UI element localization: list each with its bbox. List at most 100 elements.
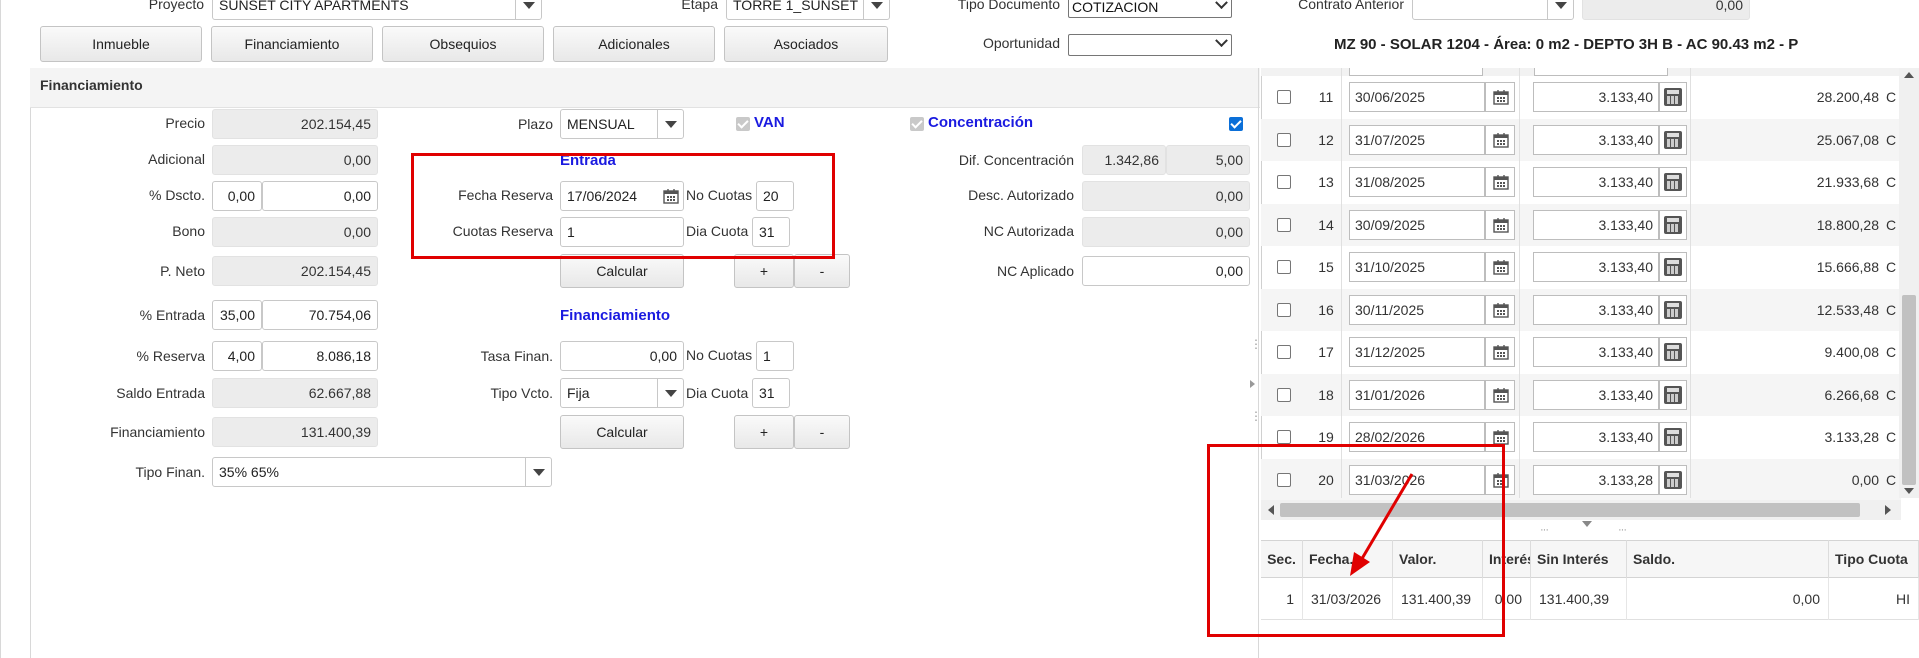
concentracion-checkbox[interactable] <box>910 117 924 131</box>
schedule-row[interactable]: 17 31/12/2025 3.133,40 9.400,08 C <box>1261 331 1901 373</box>
schedule-row[interactable]: 14 30/09/2025 3.133,40 18.800,28 C <box>1261 203 1901 246</box>
calcular-entrada-button[interactable]: Calcular <box>560 254 684 288</box>
tab-asociados[interactable]: Asociados <box>724 26 888 62</box>
oportunidad-select[interactable] <box>1068 34 1232 56</box>
scroll-up-icon[interactable] <box>1904 72 1914 78</box>
scroll-down-icon[interactable] <box>1904 488 1914 494</box>
proyecto-select[interactable]: SUNSET CITY APARTMENTS <box>212 0 542 20</box>
tab-obsequios[interactable]: Obsequios <box>382 26 544 62</box>
schedule-row[interactable]: 13 31/08/2025 3.133,40 21.933,68 C <box>1261 161 1901 203</box>
scroll-right-icon[interactable] <box>1885 505 1891 515</box>
fecha-input[interactable]: 30/09/2025 <box>1349 209 1485 240</box>
etapa-select[interactable]: TORRE 1_SUNSET <box>726 0 890 20</box>
fecha-input[interactable]: 30/06/2025 <box>1349 82 1485 112</box>
valor-input[interactable]: 3.133,40 <box>1533 379 1659 410</box>
calculator-icon[interactable] <box>1659 294 1687 325</box>
fecha-input[interactable]: 31/10/2025 <box>1349 252 1485 282</box>
valor-input[interactable]: 3.133,40 <box>1533 209 1659 240</box>
calendar-icon[interactable] <box>1485 124 1515 155</box>
expand-icon[interactable] <box>1250 380 1255 388</box>
no-cuotas-financiamiento-input[interactable]: 1 <box>756 341 794 371</box>
row-checkbox[interactable] <box>1277 345 1291 359</box>
calculator-icon[interactable] <box>1659 252 1687 282</box>
calculator-icon[interactable] <box>1659 337 1687 367</box>
valor-input[interactable]: 3.133,40 <box>1533 167 1659 197</box>
row-checkbox[interactable] <box>1277 260 1291 274</box>
calendar-icon[interactable] <box>1485 337 1515 367</box>
valor-input[interactable]: 3.133,40 <box>1533 124 1659 155</box>
splitter-grip[interactable]: ··· <box>1540 524 1549 536</box>
tab-inmueble[interactable]: Inmueble <box>40 26 202 62</box>
calcular-financiamiento-button[interactable]: Calcular <box>560 415 684 449</box>
row-checkbox[interactable] <box>1277 430 1291 444</box>
fecha-input[interactable]: 31/08/2025 <box>1349 167 1485 197</box>
plazo-select[interactable]: MENSUAL <box>560 109 684 139</box>
schedule-row[interactable]: 15 31/10/2025 3.133,40 15.666,88 C <box>1261 246 1901 288</box>
reserva-pct-input[interactable]: 4,00 <box>212 341 262 371</box>
row-checkbox[interactable] <box>1277 387 1291 402</box>
collapse-icon[interactable] <box>1582 521 1592 527</box>
calculator-icon[interactable] <box>1659 422 1687 452</box>
vertical-splitter-grip[interactable]: ⋮ <box>1250 338 1262 350</box>
entrada-valor-input[interactable]: 70.754,06 <box>262 300 378 330</box>
van-checkbox[interactable] <box>736 117 750 131</box>
tipo-financiamiento-select[interactable]: 35% 65% <box>212 457 552 487</box>
entrada-remove-button[interactable]: - <box>794 254 850 288</box>
calculator-icon[interactable] <box>1659 464 1687 495</box>
tab-adicionales[interactable]: Adicionales <box>553 26 715 62</box>
fecha-input[interactable]: 30/11/2025 <box>1349 294 1485 325</box>
nc-aplicado-input[interactable]: 0,00 <box>1082 256 1250 286</box>
fecha-input[interactable]: 31/12/2025 <box>1349 337 1485 367</box>
fecha-input[interactable]: 31/07/2025 <box>1349 124 1485 155</box>
fecha-input[interactable]: 31/01/2026 <box>1349 379 1485 410</box>
calculator-icon[interactable] <box>1659 167 1687 197</box>
row-checkbox[interactable] <box>1277 90 1291 104</box>
concentracion-enable-checkbox[interactable] <box>1229 117 1243 131</box>
calculator-icon[interactable] <box>1659 379 1687 410</box>
calendar-icon[interactable] <box>1485 167 1515 197</box>
valor-input[interactable]: 3.133,40 <box>1533 82 1659 112</box>
tab-financiamiento[interactable]: Financiamiento <box>211 26 373 62</box>
calculator-icon[interactable] <box>1659 124 1687 155</box>
chevron-down-icon <box>657 379 683 407</box>
saldo-header[interactable]: Saldo. <box>1627 540 1829 578</box>
valor-input[interactable]: 3.133,40 <box>1533 294 1659 325</box>
schedule-row[interactable]: 18 31/01/2026 3.133,40 6.266,68 C <box>1261 373 1901 416</box>
row-checkbox[interactable] <box>1277 175 1291 189</box>
tipo-vencimiento-select[interactable]: Fija <box>560 378 684 408</box>
row-checkbox[interactable] <box>1277 302 1291 317</box>
entrada-pct-input[interactable]: 35,00 <box>212 300 262 330</box>
entrada-add-button[interactable]: + <box>734 254 794 288</box>
financiamiento-add-button[interactable]: + <box>734 415 794 449</box>
tasa-financiamiento-input[interactable]: 0,00 <box>560 341 684 371</box>
plazo-value: MENSUAL <box>567 116 635 132</box>
schedule-row[interactable]: 11 30/06/2025 3.133,40 28.200,48 C <box>1261 76 1901 118</box>
tipo-documento-select[interactable]: COTIZACION <box>1068 0 1232 18</box>
valor-input[interactable]: 3.133,40 <box>1533 422 1659 452</box>
vertical-splitter-grip[interactable]: ⋮ <box>1250 410 1262 422</box>
schedule-row[interactable]: 12 31/07/2025 3.133,40 25.067,08 C <box>1261 118 1901 161</box>
sin-interes-header[interactable]: Sin Interés <box>1531 540 1627 578</box>
calculator-icon[interactable] <box>1659 82 1687 112</box>
tipo-cuota-header[interactable]: Tipo Cuota <box>1829 540 1919 578</box>
splitter-grip[interactable]: ··· <box>1618 524 1627 536</box>
dia-cuota-financiamiento-input[interactable]: 31 <box>752 378 790 408</box>
calendar-icon[interactable] <box>1485 294 1515 325</box>
descuento-valor-input[interactable]: 0,00 <box>262 181 378 211</box>
calendar-icon[interactable] <box>1485 82 1515 112</box>
valor-input[interactable]: 3.133,40 <box>1533 337 1659 367</box>
valor-input[interactable]: 3.133,28 <box>1533 464 1659 495</box>
reserva-valor-input[interactable]: 8.086,18 <box>262 341 378 371</box>
financiamiento-remove-button[interactable]: - <box>794 415 850 449</box>
vertical-scroll-thumb[interactable] <box>1902 295 1916 485</box>
descuento-pct-input[interactable]: 0,00 <box>212 181 262 211</box>
row-checkbox[interactable] <box>1277 132 1291 147</box>
row-checkbox[interactable] <box>1277 217 1291 232</box>
calculator-icon[interactable] <box>1659 209 1687 240</box>
calendar-icon[interactable] <box>1485 252 1515 282</box>
schedule-row[interactable]: 16 30/11/2025 3.133,40 12.533,48 C <box>1261 288 1901 331</box>
calendar-icon[interactable] <box>1485 209 1515 240</box>
contrato-anterior-select[interactable] <box>1412 0 1574 20</box>
valor-input[interactable]: 3.133,40 <box>1533 252 1659 282</box>
calendar-icon[interactable] <box>1485 379 1515 410</box>
